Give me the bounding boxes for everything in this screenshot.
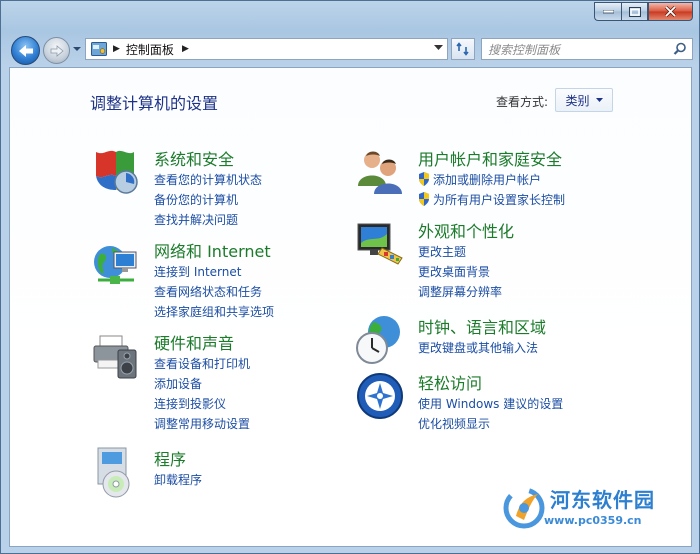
recent-pages-dropdown-icon[interactable] — [73, 47, 81, 52]
category-title[interactable]: 时钟、语言和区域 — [418, 314, 546, 338]
network-globe-icon[interactable] — [90, 238, 142, 290]
link-change-input-methods[interactable]: 更改键盘或其他输入法 — [418, 338, 538, 358]
category-title[interactable]: 外观和个性化 — [418, 218, 514, 242]
refresh-icon — [456, 42, 469, 56]
category-title[interactable]: 硬件和声音 — [154, 330, 234, 354]
uac-shield-icon — [419, 192, 429, 206]
link-desktop-background[interactable]: 更改桌面背景 — [418, 262, 502, 282]
view-by-dropdown[interactable]: 类别 — [555, 88, 613, 112]
link-network-status[interactable]: 查看网络状态和任务 — [154, 282, 274, 302]
link-parental-controls[interactable]: 为所有用户设置家长控制 — [418, 190, 565, 210]
link-find-fix-problems[interactable]: 查找并解决问题 — [154, 210, 262, 230]
address-bar[interactable]: ▶ 控制面板 ▶ — [85, 38, 448, 60]
link-devices-printers[interactable]: 查看设备和打印机 — [154, 354, 250, 374]
control-panel-icon — [91, 42, 107, 56]
back-button[interactable] — [11, 36, 40, 65]
category-title[interactable]: 系统和安全 — [154, 146, 234, 170]
ease-of-access-icon[interactable] — [354, 370, 406, 422]
programs-disc-icon[interactable] — [90, 446, 142, 498]
search-input[interactable] — [488, 41, 668, 59]
watermark-logo-icon — [503, 487, 545, 529]
security-shield-icon[interactable] — [90, 146, 142, 198]
category-title[interactable]: 用户帐户和家庭安全 — [418, 146, 562, 170]
category-title[interactable]: 程序 — [154, 446, 186, 470]
link-homegroup-sharing[interactable]: 选择家庭组和共享选项 — [154, 302, 274, 322]
control-panel-window: ▶ 控制面板 ▶ 调整计算机的设置 查看方式: 类别 — [0, 0, 700, 554]
view-by-label: 查看方式: — [496, 95, 549, 109]
link-screen-resolution[interactable]: 调整屏幕分辨率 — [418, 282, 502, 302]
clock-globe-icon[interactable] — [354, 314, 406, 366]
forward-arrow-icon — [50, 44, 64, 57]
minimize-button[interactable] — [594, 2, 621, 21]
link-change-theme[interactable]: 更改主题 — [418, 242, 502, 262]
users-icon[interactable] — [354, 146, 406, 198]
link-uninstall-program[interactable]: 卸载程序 — [154, 470, 202, 490]
link-add-device[interactable]: 添加设备 — [154, 374, 250, 394]
link-view-computer-status[interactable]: 查看您的计算机状态 — [154, 170, 262, 190]
watermark-title: 河东软件园 — [550, 488, 655, 512]
forward-button[interactable] — [43, 37, 70, 64]
watermark: 河东软件园 www.pc0359.cn — [502, 484, 700, 538]
watermark-url: www.pc0359.cn — [544, 514, 642, 527]
close-button[interactable] — [648, 2, 693, 21]
printer-speaker-icon[interactable] — [90, 330, 142, 382]
uac-shield-icon — [419, 172, 429, 186]
category-title[interactable]: 轻松访问 — [418, 370, 482, 394]
caption-buttons — [594, 2, 693, 21]
monitor-palette-icon[interactable] — [354, 218, 406, 270]
refresh-button[interactable] — [451, 38, 475, 60]
link-backup-computer[interactable]: 备份您的计算机 — [154, 190, 262, 210]
breadcrumb-separator-icon[interactable]: ▶ — [182, 44, 189, 54]
page-title: 调整计算机的设置 — [90, 94, 219, 113]
link-connect-internet[interactable]: 连接到 Internet — [154, 262, 274, 282]
breadcrumb-control-panel[interactable]: 控制面板 — [126, 41, 174, 58]
view-by-value: 类别 — [565, 93, 590, 108]
chevron-down-icon — [595, 98, 603, 102]
back-arrow-icon — [18, 44, 33, 57]
search-icon[interactable] — [673, 42, 687, 56]
search-box — [481, 38, 693, 60]
maximize-button[interactable] — [621, 2, 648, 21]
maximize-icon — [628, 6, 641, 17]
breadcrumb-separator-icon[interactable]: ▶ — [113, 44, 120, 54]
link-connect-projector[interactable]: 连接到投影仪 — [154, 394, 250, 414]
content-pane: 调整计算机的设置 查看方式: 类别 系统和安全 查看您的计算机状态 备份您的计算… — [9, 67, 692, 547]
link-add-remove-accounts[interactable]: 添加或删除用户帐户 — [418, 170, 565, 190]
link-windows-recommended-settings[interactable]: 使用 Windows 建议的设置 — [418, 394, 563, 414]
category-title[interactable]: 网络和 Internet — [154, 238, 271, 262]
minimize-icon — [602, 9, 614, 13]
address-dropdown-icon[interactable] — [434, 45, 443, 51]
close-icon — [664, 6, 677, 17]
link-optimize-video-display[interactable]: 优化视频显示 — [418, 414, 563, 434]
link-mobility-settings[interactable]: 调整常用移动设置 — [154, 414, 250, 434]
